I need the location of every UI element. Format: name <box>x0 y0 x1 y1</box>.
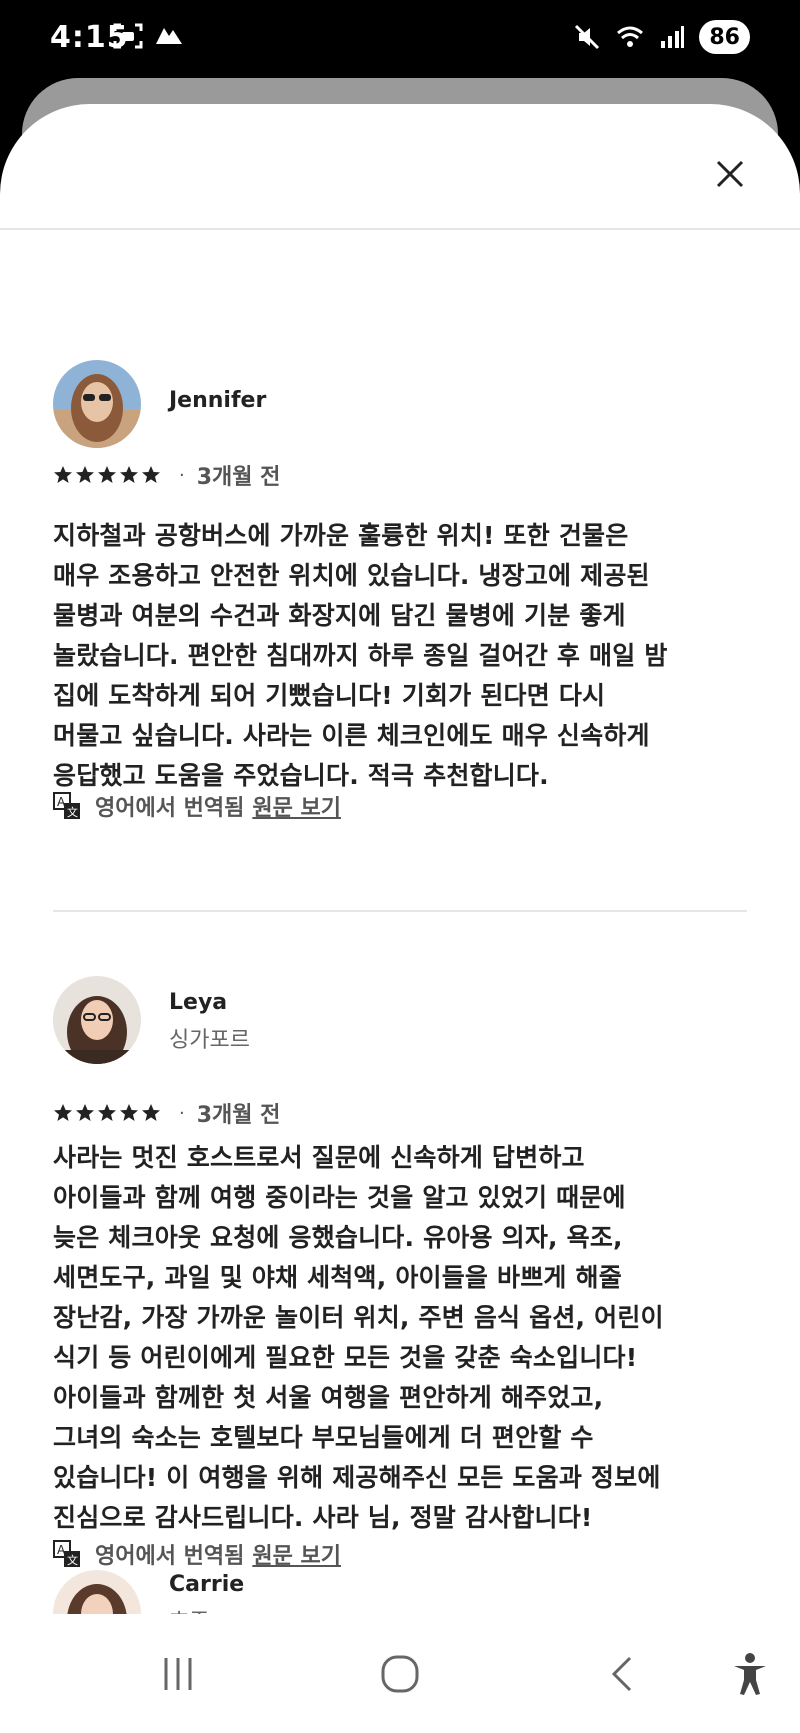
signal-icon <box>661 26 685 48</box>
status-right-icons: 86 <box>573 20 750 54</box>
navigation-bar <box>0 1614 800 1733</box>
review-text-line: 진심으로 감사드립니다. 사라 님, 정말 감사합니다! <box>53 1503 593 1532</box>
review-item-partial: Carrie 호주 <box>53 1570 747 1614</box>
recent-apps-icon <box>164 1658 192 1690</box>
recent-apps-button[interactable] <box>148 1644 208 1704</box>
home-button[interactable] <box>370 1644 430 1704</box>
review-text-line: 그녀의 숙소는 호텔보다 부모님들에게 더 편안할 수 <box>53 1423 594 1452</box>
reviewer-location: 호주 <box>169 1604 209 1614</box>
battery-indicator: 86 <box>699 20 750 54</box>
star-icon <box>120 1104 138 1121</box>
review-text-line: 식기 등 어린이에게 필요한 모든 것을 갖춘 숙소입니다! <box>53 1343 638 1372</box>
review-date: 3개월 전 <box>196 1103 281 1128</box>
status-left-icons <box>112 22 184 50</box>
sheet-header <box>0 104 800 230</box>
translated-label: 영어에서 번역됨 <box>95 1544 245 1569</box>
review-text: 사라는 멋진 호스트로서 질문에 신속하게 답변하고 아이들과 함께 여행 중이… <box>53 1138 753 1538</box>
avatar <box>53 976 141 1064</box>
close-button[interactable] <box>700 144 760 204</box>
reviewer-name: Carrie <box>169 1572 245 1597</box>
star-icon <box>142 1104 160 1121</box>
review-text-line: 아이들과 함께한 첫 서울 여행을 편안하게 해주었고, <box>53 1383 604 1412</box>
view-original-link[interactable]: 원문 보기 <box>252 1538 341 1570</box>
star-icon <box>76 1104 94 1121</box>
back-icon <box>611 1656 632 1692</box>
svg-text:文: 文 <box>67 1553 78 1567</box>
rating-row: · 3개월 전 <box>53 1098 280 1128</box>
mute-icon <box>575 24 600 50</box>
status-bar: 4:15 86 <box>0 0 800 78</box>
translate-icon: A 文 <box>53 1540 80 1567</box>
star-icon <box>54 1104 72 1121</box>
review-text-line: 늦은 체크아웃 요청에 응했습니다. 유아용 의자, 욕조, <box>53 1223 623 1252</box>
reviewer-name: Leya <box>169 990 228 1015</box>
translation-row: A 文 영어에서 번역됨 원문 보기 <box>53 1538 341 1570</box>
reviews-list[interactable]: Jennifer · 3개월 전 지하철과 공항버스에 가까운 훌륭한 위치! … <box>0 230 800 1614</box>
back-button[interactable] <box>594 1644 654 1704</box>
review-text-line: 사라는 멋진 호스트로서 질문에 신속하게 답변하고 <box>53 1143 585 1172</box>
review-text-line: 아이들과 함께 여행 중이라는 것을 알고 있었기 때문에 <box>53 1183 626 1212</box>
accessibility-icon <box>734 1653 766 1695</box>
star-rating <box>53 1103 161 1123</box>
review-text-line: 세면도구, 과일 및 야채 세척액, 아이들을 바쁘게 해줄 <box>53 1263 622 1292</box>
reviewer-location: 싱가포르 <box>169 1028 250 1053</box>
reviews-sheet: Jennifer · 3개월 전 지하철과 공항버스에 가까운 훌륭한 위치! … <box>0 104 800 1614</box>
cloud-icon <box>156 28 182 44</box>
wifi-icon <box>617 26 644 47</box>
review-item: Leya 싱가포르 · 3개월 전 사라는 멋진 호스트로서 질문에 신속하게 … <box>53 230 747 1569</box>
star-icon <box>98 1104 116 1121</box>
separator-dot: · <box>179 1102 185 1124</box>
avatar <box>53 1570 141 1614</box>
screenshot-icon <box>113 23 143 49</box>
close-icon <box>716 160 744 188</box>
home-icon <box>381 1655 419 1693</box>
review-text-line: 장난감, 가장 가까운 놀이터 위치, 주변 음식 옵션, 어린이 <box>53 1303 664 1332</box>
accessibility-button[interactable] <box>720 1644 780 1704</box>
review-text-line: 있습니다! 이 여행을 위해 제공해주신 모든 도움과 정보에 <box>53 1463 661 1492</box>
